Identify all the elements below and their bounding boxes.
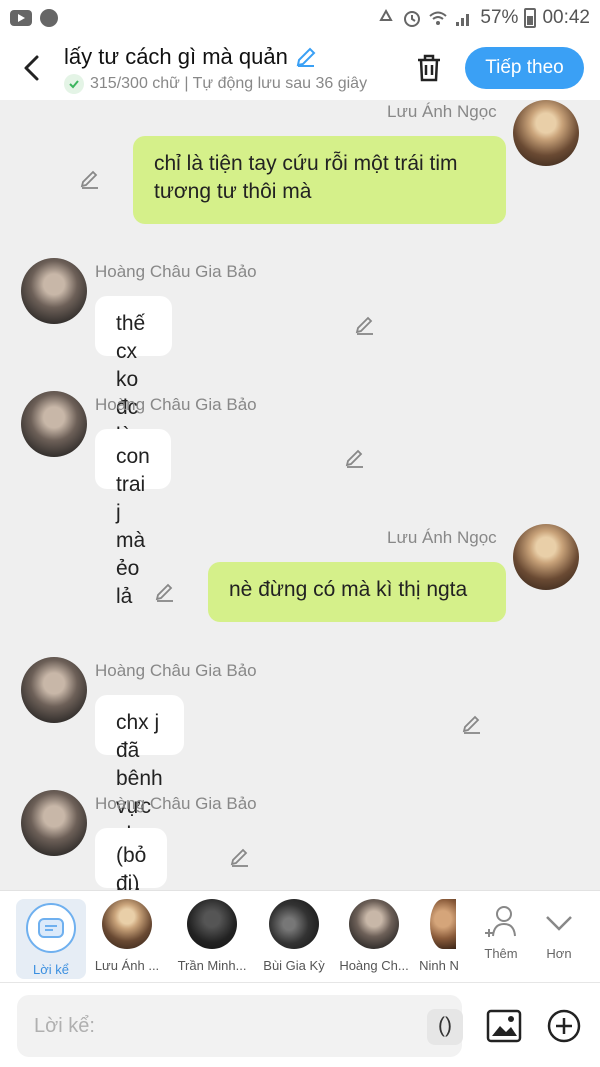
- avatar: [187, 899, 237, 949]
- parentheses-button[interactable]: (): [427, 1009, 463, 1045]
- pencil-icon[interactable]: [294, 45, 318, 69]
- narration-input[interactable]: Lời kể: (): [17, 995, 463, 1057]
- character-label: Lời kể: [33, 962, 69, 977]
- trash-icon[interactable]: [414, 52, 444, 84]
- image-icon[interactable]: [486, 1008, 522, 1044]
- edit-icon[interactable]: [229, 846, 251, 868]
- message-bubble[interactable]: (bỏ đi): [95, 828, 168, 890]
- title-text: lấy tư cách gì mà quản: [64, 44, 288, 69]
- add-person-icon: [485, 906, 516, 937]
- character-label: Bùi Gia Kỳ: [263, 958, 325, 973]
- message-bubble[interactable]: nè đừng có mà kì thị ngta: [208, 562, 506, 622]
- message-bubble[interactable]: chx j đã bênh vực cho hắn r à: [95, 695, 184, 890]
- sender-name: Lưu Ánh Ngọc: [387, 528, 497, 547]
- input-bar: Lời kể: (): [0, 982, 600, 1067]
- avatar[interactable]: [21, 258, 87, 324]
- sender-name: Lưu Ánh Ngọc: [387, 102, 497, 121]
- character-label: Trần Minh...: [177, 958, 247, 973]
- sender-name: Hoàng Châu Gia Bảo: [95, 395, 257, 414]
- avatar: [430, 899, 456, 949]
- battery-icon: [524, 8, 537, 28]
- status-bar: 57% 00:42: [0, 0, 600, 36]
- globe-icon: [40, 9, 58, 27]
- battery-percent: 57%: [480, 7, 519, 28]
- more-button[interactable]: Hơn: [529, 903, 589, 961]
- sender-name: Hoàng Châu Gia Bảo: [95, 661, 257, 680]
- header: lấy tư cách gì mà quản 315/300 chữ | Tự …: [0, 36, 600, 100]
- wifi-icon: [429, 11, 448, 25]
- sender-name: Hoàng Châu Gia Bảo: [95, 262, 257, 281]
- more-label: Hơn: [546, 946, 572, 961]
- character-item[interactable]: Bùi Gia Kỳ: [259, 899, 329, 973]
- add-label: Thêm: [484, 946, 518, 961]
- character-item[interactable]: Trần Minh...: [177, 899, 247, 973]
- edit-icon[interactable]: [354, 314, 376, 336]
- message-bubble[interactable]: chỉ là tiện tay cứu rỗi một trái tim tươ…: [133, 136, 506, 224]
- avatar[interactable]: [513, 524, 579, 590]
- edit-icon[interactable]: [461, 713, 483, 735]
- character-narration[interactable]: Lời kể: [16, 899, 86, 979]
- character-item[interactable]: Lưu Ánh ...: [92, 899, 162, 973]
- character-label: Hoàng Ch...: [339, 958, 409, 973]
- recycle-icon: [379, 8, 394, 21]
- avatar[interactable]: [21, 391, 87, 457]
- clock: 00:42: [542, 7, 590, 28]
- youtube-icon: [10, 10, 32, 26]
- character-label: Lưu Ánh ...: [94, 958, 160, 973]
- message-bubble[interactable]: thế cx ko đc là hắn: [95, 296, 173, 475]
- chevron-down-icon: [546, 916, 572, 931]
- avatar: [349, 899, 399, 949]
- edit-icon[interactable]: [154, 581, 176, 603]
- story-title[interactable]: lấy tư cách gì mà quản: [64, 44, 318, 70]
- alarm-icon: [404, 11, 421, 27]
- character-bar: Lời kể Lưu Ánh ... Trần Minh... Bùi Gia …: [0, 890, 600, 982]
- chat-area[interactable]: Lưu Ánh Ngọc chỉ là tiện tay cứu rỗi một…: [0, 100, 600, 890]
- avatar[interactable]: [21, 790, 87, 856]
- character-label: Ninh N: [419, 958, 459, 973]
- avatar[interactable]: [513, 100, 579, 166]
- narration-icon: [26, 903, 76, 953]
- check-icon: [64, 74, 84, 94]
- edit-icon[interactable]: [344, 447, 366, 469]
- autosave-status: 315/300 chữ | Tự động lưu sau 36 giây: [64, 74, 389, 94]
- character-item[interactable]: Ninh N: [419, 899, 459, 973]
- add-character-button[interactable]: Thêm: [471, 903, 531, 961]
- sender-name: Hoàng Châu Gia Bảo: [95, 794, 257, 813]
- next-button[interactable]: Tiếp theo: [465, 47, 584, 89]
- avatar: [269, 899, 319, 949]
- input-placeholder: Lời kể:: [34, 1015, 95, 1037]
- character-item[interactable]: Hoàng Ch...: [339, 899, 409, 973]
- avatar[interactable]: [21, 657, 87, 723]
- avatar: [102, 899, 152, 949]
- edit-icon[interactable]: [79, 168, 101, 190]
- autosave-text: 315/300 chữ | Tự động lưu sau 36 giây: [90, 75, 368, 92]
- plus-circle-icon[interactable]: [546, 1008, 582, 1044]
- back-icon[interactable]: [20, 54, 44, 82]
- signal-icon: [456, 14, 470, 26]
- message-bubble[interactable]: con trai j mà ẻo lả: [95, 429, 171, 608]
